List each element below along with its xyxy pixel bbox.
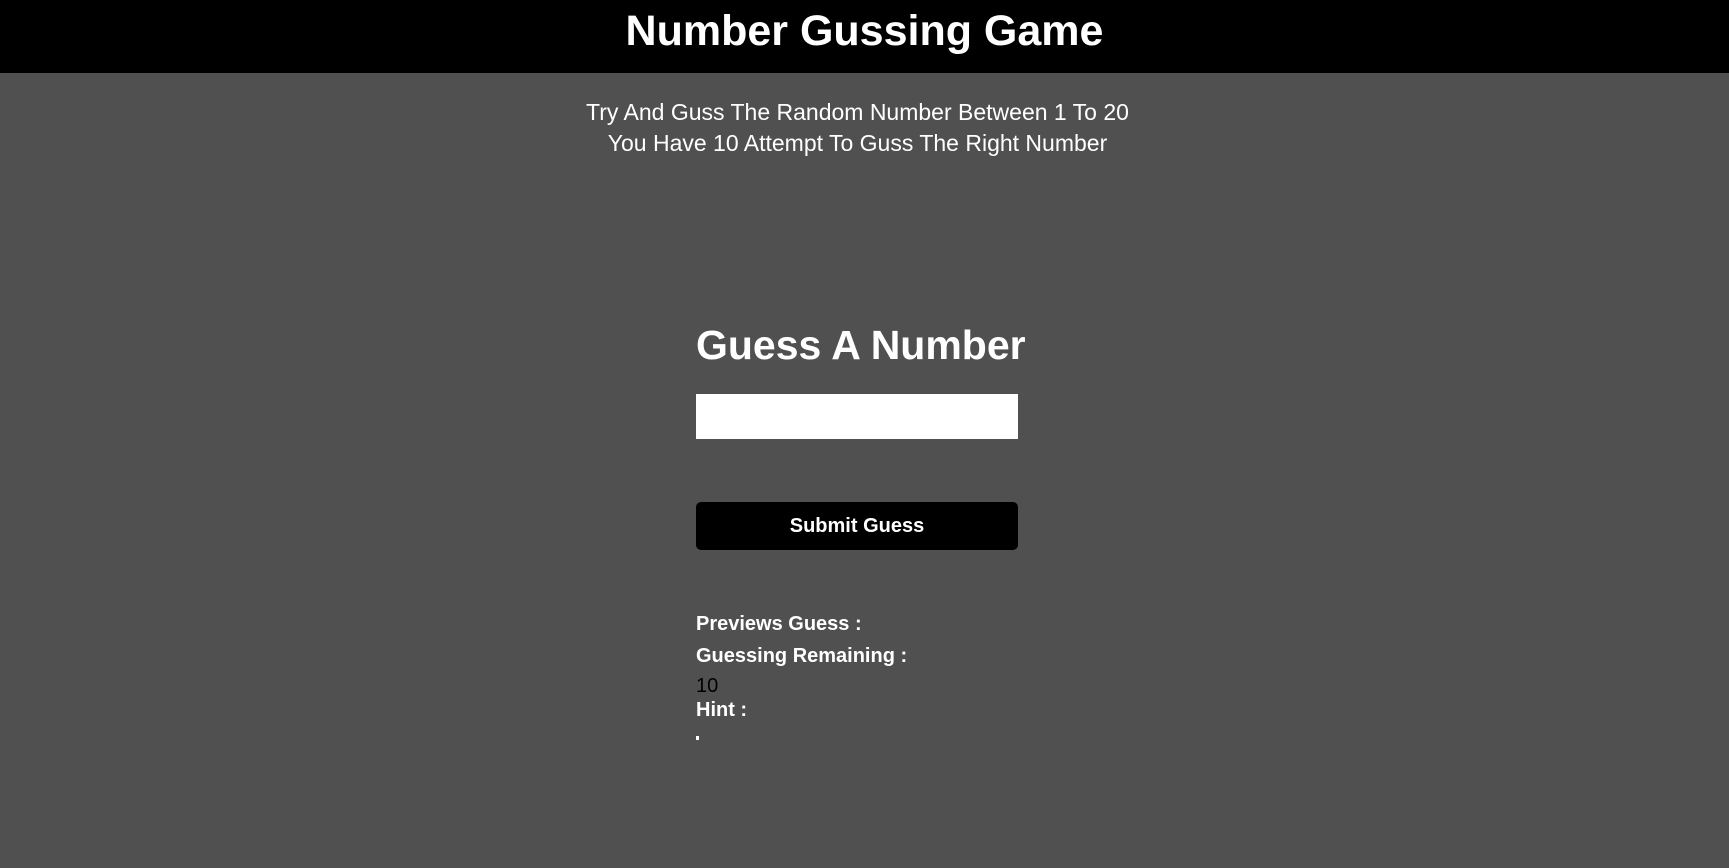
previous-guesses-label: Previews Guess : [696, 613, 862, 635]
submit-guess-button[interactable]: Submit Guess [696, 502, 1018, 550]
guesses-remaining-label: Guessing Remaining : [696, 645, 908, 667]
page-title: Number Gussing Game [625, 7, 1104, 55]
hint-label: Hint : [696, 699, 748, 721]
instruction-attempts: You Have 10 Attempt To Guss The Right Nu… [607, 130, 1108, 156]
results-area: Previews Guess : Guessing Remaining : 10… [696, 608, 1018, 740]
instruction-range: Try And Guss The Random Number Between 1… [586, 99, 1129, 125]
hint-value [696, 736, 699, 740]
page-header: Number Gussing Game [0, 0, 1729, 73]
guess-panel: Guess A Number Submit Guess Previews Gue… [696, 310, 1026, 740]
previous-guesses-row: Previews Guess : [696, 608, 1018, 640]
guesses-remaining-value: 10 [696, 675, 719, 697]
instructions: Try And Guss The Random Number Between 1… [0, 97, 1715, 159]
guess-heading: Guess A Number [696, 322, 1026, 368]
guess-input[interactable] [696, 394, 1018, 439]
